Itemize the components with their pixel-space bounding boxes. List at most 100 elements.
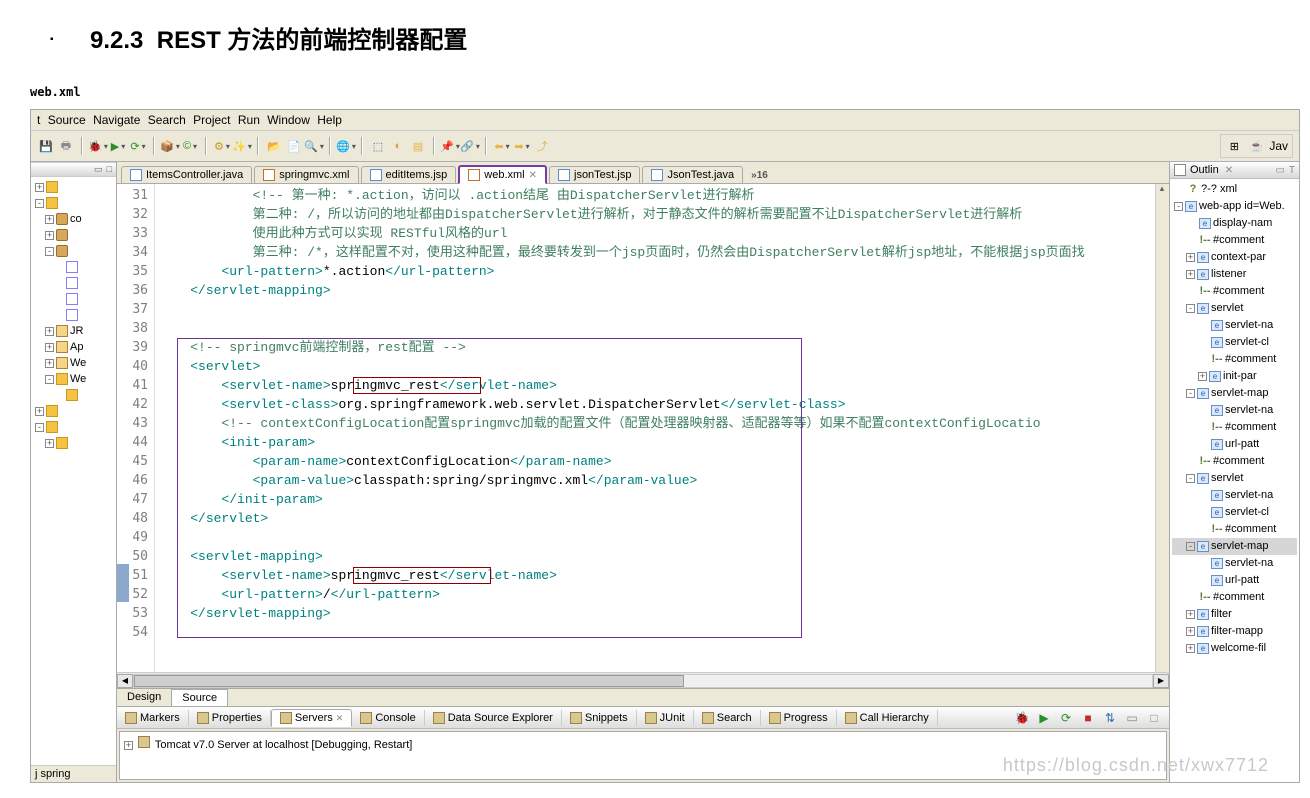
outline-node[interactable]: -e servlet-map — [1172, 385, 1297, 402]
editor-tab[interactable]: ItemsController.java — [121, 166, 252, 183]
code-line[interactable]: <!-- contextConfigLocation配置springmvc加载的… — [159, 414, 1155, 433]
code-line[interactable]: <servlet> — [159, 357, 1155, 376]
code-line[interactable]: <param-value>classpath:spring/springmvc.… — [159, 471, 1155, 490]
outline-tree[interactable]: ? ?-? xml-e web-app id=Web.e display-nam… — [1170, 179, 1299, 782]
code-line[interactable] — [159, 319, 1155, 338]
outline-node[interactable]: e servlet-na — [1172, 402, 1297, 419]
menu-help[interactable]: Help — [317, 113, 342, 127]
code-line[interactable]: </servlet-mapping> — [159, 281, 1155, 300]
menu-edit[interactable]: t — [37, 113, 40, 127]
server-run-icon[interactable]: ▶ — [1035, 709, 1053, 727]
tree-node[interactable] — [31, 259, 116, 275]
editor-tab[interactable]: web.xml✕ — [458, 165, 547, 184]
pin-icon[interactable]: 📌 — [441, 137, 459, 155]
print-icon[interactable]: 🖶 — [57, 137, 75, 155]
bottom-tab-snippets[interactable]: Snippets — [562, 710, 637, 726]
code-line[interactable]: 使用此种方式可以实现 RESTful风格的url — [159, 224, 1155, 243]
bottom-tab-progress[interactable]: Progress — [761, 710, 837, 726]
outline-node[interactable]: !-- #comment — [1172, 232, 1297, 249]
expand-icon[interactable]: - — [45, 375, 54, 384]
editor-tab[interactable]: editItems.jsp — [361, 166, 457, 183]
tree-node[interactable]: +Ap — [31, 339, 116, 355]
horizontal-scrollbar[interactable]: ◀ ▶ — [117, 672, 1169, 688]
expand-icon[interactable]: + — [45, 215, 54, 224]
debug-icon[interactable]: 🐞 — [89, 137, 107, 155]
expand-icon[interactable]: + — [1186, 270, 1195, 279]
code-line[interactable] — [159, 300, 1155, 319]
open-perspective-icon[interactable]: ⊞ — [1225, 137, 1243, 155]
bottom-tab-search[interactable]: Search — [694, 710, 761, 726]
outline-node[interactable]: e display-nam — [1172, 215, 1297, 232]
code-line[interactable]: <servlet-class>org.springframework.web.s… — [159, 395, 1155, 414]
outline-node[interactable]: e servlet-na — [1172, 317, 1297, 334]
outline-node[interactable]: +e filter — [1172, 606, 1297, 623]
expand-icon[interactable]: - — [1186, 542, 1195, 551]
outline-node[interactable]: +e init-par — [1172, 368, 1297, 385]
forward-icon[interactable]: ➡ — [513, 137, 531, 155]
editor-tab[interactable]: springmvc.xml — [254, 166, 358, 183]
outline-node[interactable]: !-- #comment — [1172, 589, 1297, 606]
run-last-icon[interactable]: ⟳ — [129, 137, 147, 155]
java-perspective-icon[interactable]: ☕ — [1247, 137, 1265, 155]
code-line[interactable]: <servlet-name>springmvc_rest</servlet-na… — [159, 566, 1155, 585]
source-tab[interactable]: Source — [172, 689, 228, 706]
filter-icon[interactable]: ▤ — [409, 137, 427, 155]
code-line[interactable]: <!-- springmvc前端控制器，rest配置 --> — [159, 338, 1155, 357]
tree-node[interactable] — [31, 275, 116, 291]
expand-icon[interactable]: - — [1186, 304, 1195, 313]
tree-node[interactable]: +co — [31, 211, 116, 227]
up-icon[interactable]: ⤴ — [533, 137, 551, 155]
code-line[interactable]: <!-- 第一种: *.action，访问以 .action结尾 由Dispat… — [159, 186, 1155, 205]
menu-search[interactable]: Search — [148, 113, 186, 127]
overview-ruler[interactable]: ▲ — [1155, 184, 1169, 672]
open-type-icon[interactable]: 📄 — [285, 137, 303, 155]
expand-icon[interactable]: - — [1186, 389, 1195, 398]
expand-icon[interactable]: + — [124, 741, 133, 750]
outline-node[interactable]: ? ?-? xml — [1172, 181, 1297, 198]
outline-node[interactable]: !-- #comment — [1172, 419, 1297, 436]
outline-node[interactable]: e servlet-na — [1172, 555, 1297, 572]
code-line[interactable]: 第三种: /*，这样配置不对，使用这种配置，最终要转发到一个jsp页面时，仍然会… — [159, 243, 1155, 262]
code-line[interactable]: <url-pattern>*.action</url-pattern> — [159, 262, 1155, 281]
menu-navigate[interactable]: Navigate — [93, 113, 140, 127]
code-line[interactable]: </init-param> — [159, 490, 1155, 509]
server-stop-icon[interactable]: ■ — [1079, 709, 1097, 727]
code-content[interactable]: <!-- 第一种: *.action，访问以 .action结尾 由Dispat… — [155, 184, 1155, 672]
tree-node[interactable]: +JR — [31, 323, 116, 339]
outline-node[interactable]: e url-patt — [1172, 436, 1297, 453]
expand-icon[interactable]: - — [45, 247, 54, 256]
scroll-left-icon[interactable]: ◀ — [117, 674, 133, 688]
link-icon[interactable]: 🔗 — [461, 137, 479, 155]
servers-view-body[interactable]: + Tomcat v7.0 Server at localhost [Debug… — [119, 731, 1167, 780]
tree-node[interactable]: + — [31, 435, 116, 451]
expand-icon[interactable]: + — [1186, 627, 1195, 636]
code-editor[interactable]: 3132333435363738394041424344454647484950… — [117, 184, 1169, 672]
outline-node[interactable]: !-- #comment — [1172, 453, 1297, 470]
outline-node[interactable]: e servlet-cl — [1172, 504, 1297, 521]
expand-icon[interactable]: + — [45, 439, 54, 448]
web-icon[interactable]: 🌐 — [337, 137, 355, 155]
editor-tab[interactable]: jsonTest.jsp — [549, 166, 640, 183]
expand-icon[interactable]: + — [35, 407, 44, 416]
expand-icon[interactable]: + — [35, 183, 44, 192]
outline-node[interactable]: !-- #comment — [1172, 283, 1297, 300]
new-package-icon[interactable]: 📦 — [161, 137, 179, 155]
editor-tab[interactable]: JsonTest.java — [642, 166, 743, 183]
maximize-icon[interactable]: □ — [107, 164, 112, 175]
close-icon[interactable]: ✕ — [529, 170, 537, 181]
outline-node[interactable]: -e web-app id=Web. — [1172, 198, 1297, 215]
new-wizard-icon[interactable]: ✨ — [233, 137, 251, 155]
code-line[interactable]: </servlet-mapping> — [159, 604, 1155, 623]
outline-node[interactable]: +e listener — [1172, 266, 1297, 283]
outline-node[interactable]: +e welcome-fil — [1172, 640, 1297, 657]
new-server-icon[interactable]: ⚙ — [213, 137, 231, 155]
server-status-line[interactable]: Tomcat v7.0 Server at localhost [Debuggi… — [155, 739, 412, 751]
server-profile-icon[interactable]: ⟳ — [1057, 709, 1075, 727]
outline-node[interactable]: e servlet-na — [1172, 487, 1297, 504]
tree-node[interactable]: + — [31, 179, 116, 195]
expand-icon[interactable]: - — [35, 423, 44, 432]
tree-node[interactable]: + — [31, 403, 116, 419]
code-line[interactable] — [159, 528, 1155, 547]
outline-node[interactable]: e servlet-cl — [1172, 334, 1297, 351]
outline-node[interactable]: !-- #comment — [1172, 351, 1297, 368]
